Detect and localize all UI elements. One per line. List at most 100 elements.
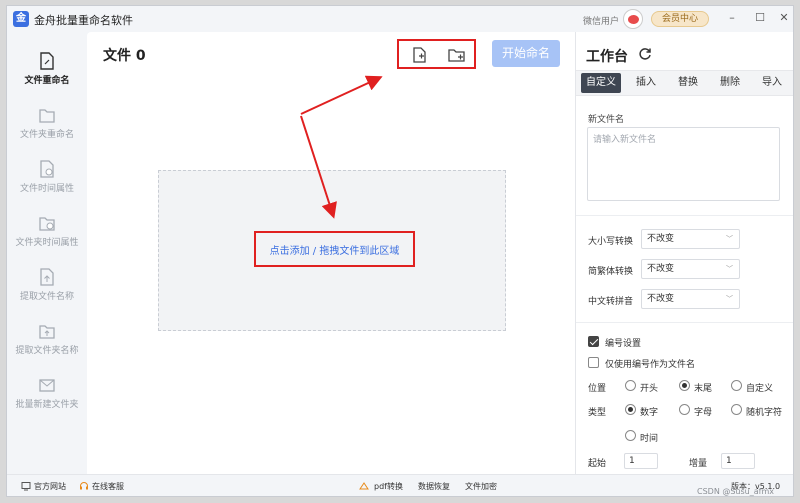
member-center-button[interactable]: 会员中心 xyxy=(651,11,709,27)
drop-label-highlight: 点击添加 / 拖拽文件到此区域 xyxy=(254,231,415,267)
trad-convert-select[interactable]: 不改变 ﹀ xyxy=(641,259,740,279)
type-number-label: 数字 xyxy=(640,408,659,418)
only-number-label: 仅使用编号作为文件名 xyxy=(605,360,696,370)
data-recovery-link[interactable]: 数据恢复 xyxy=(418,481,450,492)
add-file-icon[interactable] xyxy=(411,47,429,63)
pdf-convert-icon xyxy=(359,482,369,490)
type-random-label: 随机字符 xyxy=(746,408,783,418)
wechat-user-label[interactable]: 微信用户 xyxy=(583,14,619,27)
start-number-stepper[interactable]: 1 xyxy=(624,453,658,469)
position-end-label: 末尾 xyxy=(694,384,713,394)
start-rename-button[interactable]: 开始命名 xyxy=(492,40,560,67)
workspace-title: 工作台 xyxy=(586,49,628,65)
tab-delete[interactable]: 删除 xyxy=(710,73,750,93)
trad-convert-value: 不改变 xyxy=(647,264,675,274)
pinyin-convert-label: 中文转拼音 xyxy=(588,297,634,307)
position-radio-start[interactable] xyxy=(625,380,636,391)
position-radio-custom[interactable] xyxy=(731,380,742,391)
type-radio-number[interactable] xyxy=(625,404,636,415)
sidebar-item-label: 批量新建文件夹 xyxy=(15,400,79,410)
close-icon[interactable]: ✕ xyxy=(777,11,791,25)
sidebar-item-file-rename[interactable]: 文件重命名 xyxy=(7,52,87,102)
case-convert-value: 不改变 xyxy=(647,234,675,244)
pdf-convert-link[interactable]: pdf转换 xyxy=(374,481,403,492)
app-logo-icon: 金 xyxy=(13,11,29,27)
step-label: 增量 xyxy=(689,459,708,469)
position-label: 位置 xyxy=(588,384,607,394)
tab-replace[interactable]: 替换 xyxy=(668,73,708,93)
position-custom-label: 自定义 xyxy=(746,384,774,394)
new-name-placeholder: 请输入新文件名 xyxy=(593,135,657,145)
divider xyxy=(576,215,793,216)
sidebar-item-label: 文件夹重命名 xyxy=(19,130,74,140)
sidebar: 文件重命名 文件夹重命名 文件时间属性 文件夹时间属性 提取文件名称 提取文件夹… xyxy=(7,32,87,474)
only-number-checkbox[interactable] xyxy=(588,357,599,368)
case-convert-label: 大小写转换 xyxy=(588,237,634,247)
app-window: 金 金舟批量重命名软件 微信用户 会员中心 – ☐ ✕ 文件重命名 文件夹重命名… xyxy=(6,5,794,497)
type-radio-random[interactable] xyxy=(731,404,742,415)
position-radio-end[interactable] xyxy=(679,380,690,391)
type-radio-letter[interactable] xyxy=(679,404,690,415)
batch-folder-icon xyxy=(39,379,55,392)
refresh-icon[interactable] xyxy=(638,47,652,61)
minimize-icon[interactable]: – xyxy=(725,11,739,25)
divider xyxy=(576,322,793,323)
chevron-down-icon: ﹀ xyxy=(726,235,733,243)
pinyin-convert-select[interactable]: 不改变 ﹀ xyxy=(641,289,740,309)
type-radio-time[interactable] xyxy=(625,430,636,441)
folder-rename-icon xyxy=(39,109,55,123)
support-icon xyxy=(80,482,88,490)
case-convert-select[interactable]: 不改变 ﹀ xyxy=(641,229,740,249)
numbering-checkbox[interactable] xyxy=(588,336,599,347)
extract-folder-icon xyxy=(39,325,55,339)
file-time-icon xyxy=(40,160,54,178)
title-bar: 金 金舟批量重命名软件 微信用户 会员中心 – ☐ ✕ xyxy=(7,6,793,32)
position-start-label: 开头 xyxy=(640,384,659,394)
sidebar-item-label: 文件夹时间属性 xyxy=(15,238,79,248)
sidebar-item-label: 文件时间属性 xyxy=(19,184,74,194)
type-letter-label: 字母 xyxy=(694,408,713,418)
tab-insert[interactable]: 插入 xyxy=(626,73,666,93)
tab-custom[interactable]: 自定义 xyxy=(581,73,621,93)
tab-import[interactable]: 导入 xyxy=(752,73,792,93)
new-name-label: 新文件名 xyxy=(588,115,625,125)
pinyin-convert-value: 不改变 xyxy=(647,294,675,304)
sidebar-item-label: 提取文件名称 xyxy=(19,292,74,302)
sidebar-item-batch-new-folder[interactable]: 批量新建文件夹 xyxy=(7,376,87,426)
drop-zone-label[interactable]: 点击添加 / 拖拽文件到此区域 xyxy=(256,242,413,257)
start-number-label: 起始 xyxy=(588,459,607,469)
arrow-to-add-buttons xyxy=(300,75,383,115)
extract-file-icon xyxy=(40,268,54,286)
new-name-input[interactable]: 请输入新文件名 xyxy=(587,127,780,201)
footer: 官方网站 在线客服 pdf转换 数据恢复 文件加密 版本：v5.1.0 xyxy=(7,474,793,496)
add-folder-icon[interactable] xyxy=(448,47,466,63)
type-time-label: 时间 xyxy=(640,434,659,444)
sidebar-item-extract-file-names[interactable]: 提取文件名称 xyxy=(7,268,87,318)
file-encrypt-link[interactable]: 文件加密 xyxy=(465,481,497,492)
workspace-panel: 工作台 自定义 插入 替换 删除 导入 新文件名 请输入新文件名 大小写转换 不… xyxy=(575,32,793,474)
watermark: CSDN @Susu_afmx xyxy=(697,487,774,496)
avatar[interactable] xyxy=(623,9,643,29)
avatar-face-icon xyxy=(628,15,639,24)
numbering-label: 编号设置 xyxy=(605,339,642,349)
maximize-icon[interactable]: ☐ xyxy=(753,11,767,25)
drop-zone[interactable]: 点击添加 / 拖拽文件到此区域 xyxy=(158,170,506,331)
file-count-title: 文件 0 xyxy=(103,48,146,64)
sidebar-item-label: 提取文件夹名称 xyxy=(15,346,79,356)
website-icon xyxy=(21,482,31,491)
chevron-down-icon: ﹀ xyxy=(726,265,733,273)
website-link[interactable]: 官方网站 xyxy=(34,481,66,492)
main-panel: 文件 0 开始命名 点击添加 / 拖拽文件到此区域 xyxy=(87,32,575,474)
step-stepper[interactable]: 1 xyxy=(721,453,755,469)
trad-convert-label: 简繁体转换 xyxy=(588,267,634,277)
sidebar-item-extract-folder-names[interactable]: 提取文件夹名称 xyxy=(7,322,87,372)
sidebar-item-folder-time[interactable]: 文件夹时间属性 xyxy=(7,214,87,264)
support-link[interactable]: 在线客服 xyxy=(92,481,124,492)
type-label: 类型 xyxy=(588,408,607,418)
workspace-tabs: 自定义 插入 替换 删除 导入 xyxy=(576,70,793,96)
file-rename-icon xyxy=(40,52,54,70)
add-buttons-highlight xyxy=(397,39,476,69)
sidebar-item-file-time[interactable]: 文件时间属性 xyxy=(7,160,87,210)
sidebar-item-folder-rename[interactable]: 文件夹重命名 xyxy=(7,106,87,156)
app-title: 金舟批量重命名软件 xyxy=(34,14,133,27)
